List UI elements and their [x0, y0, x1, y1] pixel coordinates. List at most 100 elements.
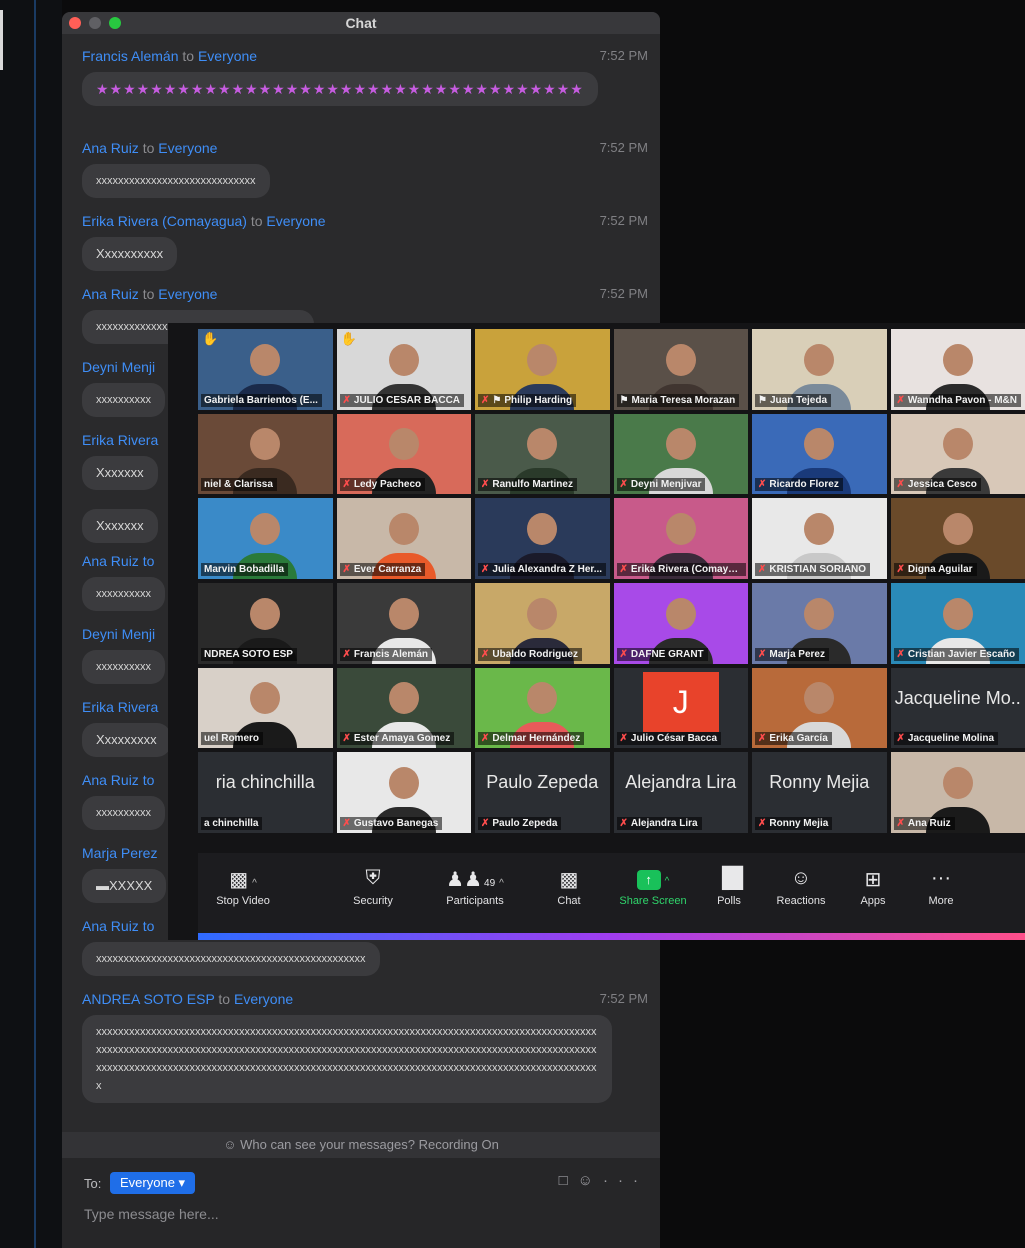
- participant-tile[interactable]: ria chinchilla a chinchilla: [198, 752, 333, 833]
- participant-face: [388, 597, 419, 630]
- participant-tile[interactable]: ✋ ✗ JULIO CESAR BACCA: [336, 329, 471, 410]
- participant-name: Philip Harding: [504, 394, 573, 406]
- participant-tile[interactable]: ✗ Francis Alemán: [336, 582, 471, 664]
- participant-tile[interactable]: ✗ DAFNE GRANT: [613, 582, 748, 664]
- message-bubble: xxxxxxxxxx: [82, 577, 165, 611]
- message-time: 7:52 PM: [599, 286, 648, 301]
- participant-name-label: ✗ Ranulfo Martinez: [478, 478, 577, 492]
- message-sender[interactable]: Deyni Menji: [82, 626, 155, 642]
- participant-tile[interactable]: ✗ Ledy Pacheco: [336, 413, 471, 495]
- zoom-gallery-view: ✋ Gabriela Barrientos (E... ✋ ✗ JULIO CESAR …: [168, 323, 1025, 940]
- participant-tile[interactable]: ✗ Ricardo Florez: [752, 413, 887, 495]
- message-header: Francis Alemán to Everyone 7:52 PM: [82, 48, 648, 68]
- participant-tile[interactable]: ✗ Wanndha Pavon - M&N: [890, 329, 1025, 410]
- more-options-icon[interactable]: ···: [603, 1172, 648, 1189]
- message-recipient[interactable]: Everyone: [158, 140, 217, 156]
- message-sender[interactable]: Deyni Menji: [82, 359, 155, 375]
- pin-icon: ⚑: [492, 394, 502, 406]
- participant-tile[interactable]: ✗ ⚑ Philip Harding: [475, 329, 610, 410]
- message-recipient[interactable]: Everyone: [198, 48, 257, 64]
- participant-tile[interactable]: NDREA SOTO ESP: [198, 582, 333, 664]
- participant-name-label: ✗ Ledy Pacheco: [339, 478, 426, 492]
- message-sender[interactable]: Francis Alemán: [82, 48, 178, 64]
- message-sender[interactable]: Erika Rivera (Comayagua): [82, 213, 247, 229]
- participant-tile[interactable]: ✗ Ever Carranza: [336, 498, 471, 579]
- message-input[interactable]: [84, 1206, 624, 1222]
- participant-tile[interactable]: ✗ Delmar Hernández: [475, 667, 610, 749]
- participant-tile[interactable]: Marvin Bobadilla: [198, 498, 333, 579]
- chat-button[interactable]: ▩ Chat: [524, 867, 614, 907]
- participants-button[interactable]: ♟♟ 49 ^ Participants: [430, 867, 520, 907]
- message-sender[interactable]: Marja Perez: [82, 845, 157, 861]
- participant-tile[interactable]: ✗ Julia Alexandra Z Her...: [475, 498, 610, 579]
- message-sender[interactable]: Ana Ruiz to: [82, 553, 154, 569]
- message-bubble: ★★★★★★★★★★★★★★★★★★★★★★★★★★★★★★★★★★★★: [82, 72, 598, 106]
- muted-mic-icon: ✗: [896, 394, 905, 406]
- recipient-dropdown[interactable]: Everyone ▾: [110, 1172, 196, 1194]
- participant-tile[interactable]: J ✗ Julio César Bacca: [613, 667, 748, 749]
- chat-message: Francis Alemán to Everyone 7:52 PM ★★★★★★★…: [82, 48, 648, 106]
- muted-mic-icon: ✗: [758, 563, 767, 575]
- participant-tile[interactable]: ✋ Gabriela Barrientos (E...: [198, 329, 333, 410]
- message-sender[interactable]: Ana Ruiz: [82, 140, 139, 156]
- participant-tile[interactable]: Paulo Zepeda ✗ Paulo Zepeda: [475, 752, 610, 833]
- participant-face: [388, 343, 419, 376]
- participant-face: [388, 682, 419, 715]
- participant-tile[interactable]: ✗ Ranulfo Martinez: [475, 413, 610, 495]
- message-bubble: ▬XXXXX: [82, 869, 167, 903]
- muted-mic-icon: ✗: [619, 563, 628, 575]
- participant-name-label: NDREA SOTO ESP: [201, 647, 297, 661]
- stop-video-button[interactable]: ▩ ^ Stop Video: [198, 867, 288, 907]
- muted-mic-icon: ✗: [619, 817, 628, 829]
- security-button[interactable]: ⛨ Security: [328, 867, 418, 907]
- participant-tile[interactable]: uel Romero: [198, 667, 333, 749]
- shield-icon: ⛨: [365, 867, 381, 889]
- participant-tile[interactable]: ✗ Ana Ruiz: [890, 752, 1025, 833]
- participant-tile[interactable]: ✗ Erika García: [752, 667, 887, 749]
- participant-name: Marvin Bobadilla: [204, 563, 285, 575]
- participant-name: Ronny Mejia: [769, 817, 829, 829]
- participant-tile[interactable]: Ronny Mejia ✗ Ronny Mejia: [752, 752, 887, 833]
- message-recipient[interactable]: Everyone: [266, 213, 325, 229]
- participant-name: Juan Tejeda: [769, 394, 828, 406]
- message-recipient[interactable]: Everyone: [158, 286, 217, 302]
- message-sender[interactable]: Ana Ruiz: [82, 286, 139, 302]
- participant-tile[interactable]: ✗ Digna Aguilar: [890, 498, 1025, 579]
- participant-tile[interactable]: ⚑ Juan Tejeda: [752, 329, 887, 410]
- message-sender[interactable]: Ana Ruiz to: [82, 772, 154, 788]
- muted-mic-icon: ✗: [342, 394, 351, 406]
- participant-name-label: ✗ Alejandra Lira: [616, 816, 702, 830]
- participant-tile[interactable]: Alejandra Lira ✗ Alejandra Lira: [613, 752, 748, 833]
- file-icon[interactable]: □: [559, 1172, 578, 1189]
- message-header: Ana Ruiz to Everyone 7:52 PM: [82, 286, 648, 306]
- emoji-icon[interactable]: ☺: [578, 1172, 603, 1189]
- participant-tile[interactable]: Jacqueline Mo.. ✗ Jacqueline Molina: [890, 667, 1025, 749]
- participant-tile[interactable]: ✗ Jessica Cesco: [890, 413, 1025, 495]
- participant-tile[interactable]: ✗ Ubaldo Rodriguez: [475, 582, 610, 664]
- participant-tile[interactable]: ⚑ Maria Teresa Morazan: [613, 329, 748, 410]
- participant-tile[interactable]: niel & Clarissa: [198, 413, 333, 495]
- message-sender[interactable]: ANDREA SOTO ESP: [82, 991, 215, 1007]
- participant-name: niel & Clarissa: [204, 479, 273, 491]
- message-recipient[interactable]: Everyone: [234, 991, 293, 1007]
- more-button[interactable]: ··· More: [896, 867, 986, 907]
- participant-tile[interactable]: ✗ Gustavo Banegas: [336, 752, 471, 833]
- participant-tile[interactable]: ✗ Marja Perez: [752, 582, 887, 664]
- muted-mic-icon: ✗: [481, 648, 490, 660]
- participant-tile[interactable]: ✗ Cristian Javier Escaño: [890, 582, 1025, 664]
- chat-bubble-icon: ▩: [559, 869, 579, 891]
- participant-tile[interactable]: ✗ Erika Rivera (Comays...: [613, 498, 748, 579]
- recording-notice[interactable]: ☺ Who can see your messages? Recording O…: [62, 1132, 660, 1158]
- message-sender[interactable]: Erika Rivera: [82, 699, 158, 715]
- participant-name: Julio César Bacca: [630, 733, 718, 745]
- participant-name: a chinchilla: [204, 817, 259, 829]
- message-bubble: xxxxxxxxxx: [82, 383, 165, 417]
- participant-tile[interactable]: ✗ Deyni Menjivar: [613, 413, 748, 495]
- message-time: 7:52 PM: [599, 48, 648, 63]
- participant-display-name: Paulo Zepeda: [486, 772, 599, 793]
- participant-tile[interactable]: ✗ Ester Amaya Gomez: [336, 667, 471, 749]
- message-sender[interactable]: Erika Rivera: [82, 432, 158, 448]
- participant-face: [665, 428, 696, 461]
- participant-tile[interactable]: ✗ KRISTIAN SORIANO: [752, 498, 887, 579]
- message-sender[interactable]: Ana Ruiz to: [82, 918, 154, 934]
